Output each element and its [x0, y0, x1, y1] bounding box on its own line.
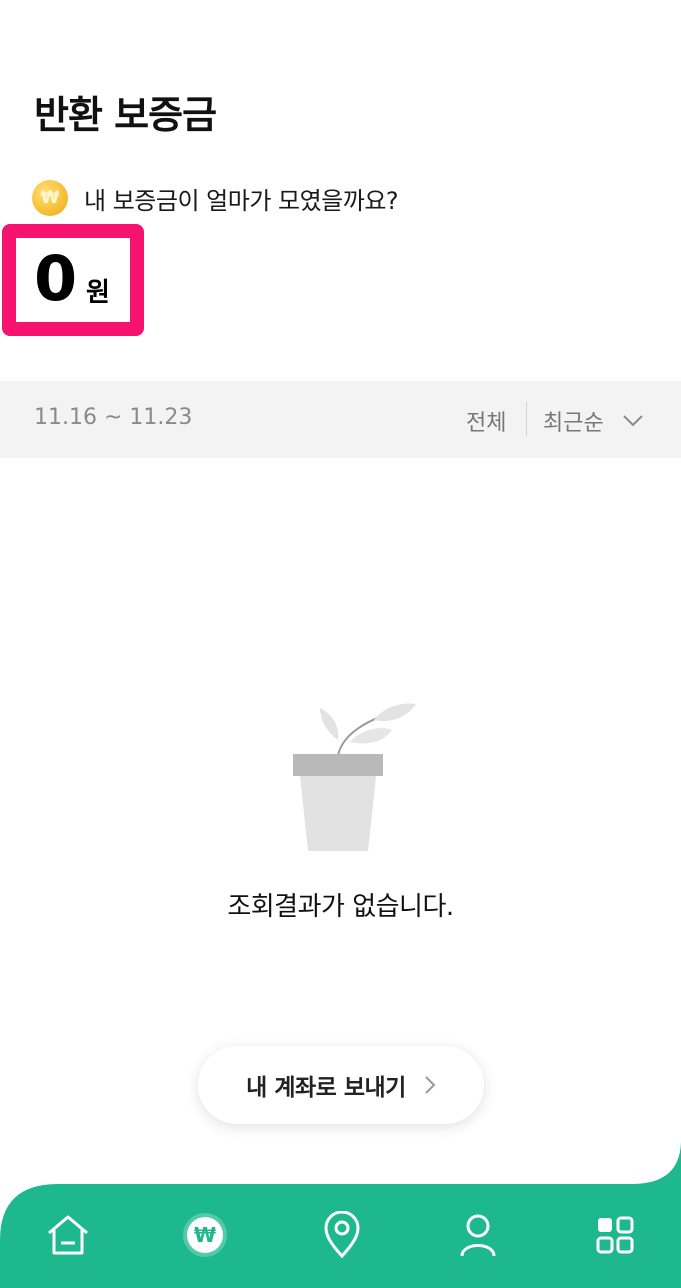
nav-profile[interactable]	[453, 1210, 503, 1260]
deposit-amount-unit: 원	[86, 278, 110, 308]
sort-label: 최근순	[543, 411, 604, 436]
svg-text:₩: ₩	[194, 1223, 216, 1247]
empty-result-message: 조회결과가 없습니다.	[227, 892, 454, 922]
date-range[interactable]: 11.16 ~ 11.23	[34, 405, 192, 430]
won-coin-icon: ₩	[183, 1213, 227, 1257]
deposit-question: 내 보증금이 얼마가 모였을까요?	[84, 186, 399, 215]
chevron-right-icon	[425, 1076, 436, 1094]
won-coin-icon: ₩	[32, 180, 68, 216]
filter-divider	[526, 402, 527, 436]
plant-pot-icon	[293, 703, 416, 851]
home-icon	[48, 1215, 88, 1255]
sort-dropdown[interactable]: 최근순	[543, 405, 644, 437]
page-title: 반환 보증금	[34, 93, 217, 137]
send-to-account-label: 내 계좌로 보내기	[246, 1075, 406, 1101]
nav-deposit[interactable]: ₩	[180, 1210, 230, 1260]
deposit-amount: 0	[34, 242, 78, 315]
send-to-account-button[interactable]: 내 계좌로 보내기	[198, 1046, 484, 1124]
location-pin-icon	[324, 1211, 360, 1259]
bottom-navigation: ₩	[0, 1140, 681, 1288]
nav-menu[interactable]	[590, 1210, 640, 1260]
filter-bar: 11.16 ~ 11.23 전체 최근순	[0, 381, 681, 458]
grid-menu-icon	[596, 1216, 634, 1254]
nav-home[interactable]	[43, 1210, 93, 1260]
person-icon	[460, 1214, 496, 1257]
deposit-question-row: ₩ 내 보증금이 얼마가 모였을까요?	[32, 180, 399, 216]
deposit-amount-highlight: 0 원	[2, 224, 144, 336]
filter-type-all[interactable]: 전체	[466, 405, 506, 437]
chevron-down-icon	[623, 415, 643, 427]
nav-location[interactable]	[317, 1210, 367, 1260]
